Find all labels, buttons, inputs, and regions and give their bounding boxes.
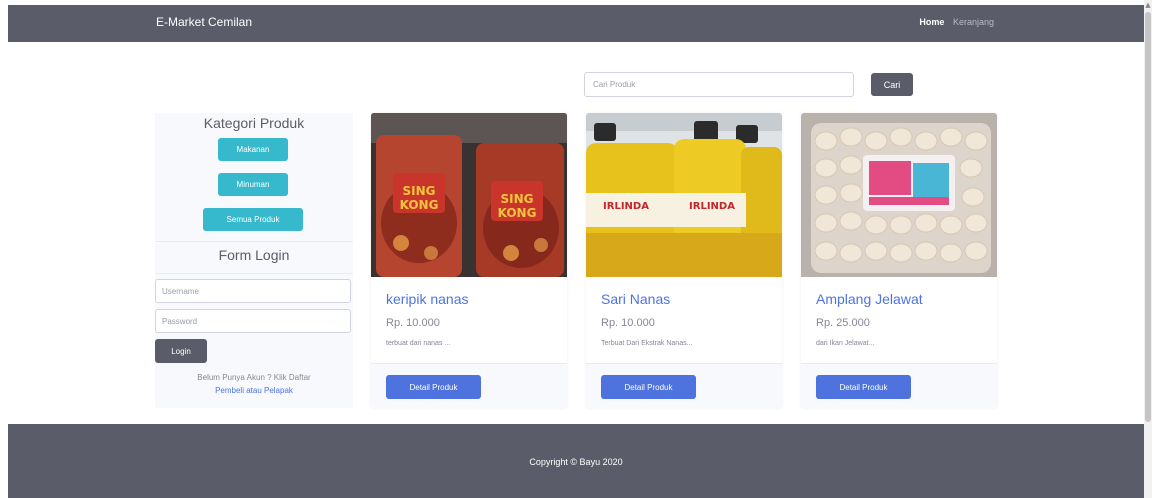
product-card: Amplang Jelawat Rp. 25.000 dari Ikan Jel… [801, 113, 997, 408]
sidebar: Kategori Produk Makanan Minuman Semua Pr… [155, 113, 353, 408]
username-field[interactable] [155, 279, 351, 303]
detail-product-button[interactable]: Detail Produk [816, 375, 911, 399]
search-button[interactable]: Cari [871, 73, 913, 96]
brand-logo-text[interactable]: E-Market Cemilan [156, 15, 252, 29]
product-photo-crackers [801, 113, 997, 277]
card-footer: Detail Produk [801, 363, 997, 408]
svg-text:IRLINDA: IRLINDA [689, 201, 735, 212]
card-footer: Detail Produk [371, 363, 567, 408]
login-heading: Form Login [218, 247, 290, 263]
product-card: SING KONG SING KONG keripik nanas Rp. 10… [371, 113, 567, 408]
product-name[interactable]: Sari Nanas [601, 291, 670, 307]
product-card: IRLINDA IRLINDA Sari Nanas Rp. 10.000 Te… [586, 113, 782, 408]
copyright-text: Copyright © Bayu 2020 [529, 457, 623, 467]
register-prompt: Belum Punya Akun ? Klik Daftar Pembeli a… [155, 371, 353, 397]
product-image-amplang [801, 113, 997, 277]
scroll-up-icon[interactable]: ▲ [1144, 0, 1152, 10]
nav-link-cart[interactable]: Keranjang [953, 17, 994, 27]
product-price: Rp. 10.000 [601, 317, 655, 329]
product-photo-chips: SING KONG SING KONG [371, 113, 567, 277]
svg-text:SING: SING [501, 192, 534, 206]
sidebar-divider [155, 273, 353, 274]
vertical-scrollbar[interactable]: ▲ [1144, 0, 1152, 498]
page-footer: Copyright © Bayu 2020 [8, 424, 1144, 498]
search-input[interactable] [584, 72, 854, 97]
sidebar-divider [155, 241, 353, 242]
product-price: Rp. 10.000 [386, 317, 440, 329]
card-footer: Detail Produk [586, 363, 782, 408]
category-button-all[interactable]: Semua Produk [203, 208, 303, 231]
product-photo-bottles: IRLINDA IRLINDA [586, 113, 782, 277]
product-price: Rp. 25.000 [816, 317, 870, 329]
svg-text:SING: SING [403, 184, 436, 198]
scrollbar-thumb[interactable] [1145, 12, 1151, 422]
svg-text:IRLINDA: IRLINDA [603, 201, 649, 212]
detail-product-button[interactable]: Detail Produk [601, 375, 696, 399]
login-button[interactable]: Login [155, 339, 207, 363]
top-navbar: E-Market Cemilan Home Keranjang [8, 5, 1144, 42]
product-name[interactable]: keripik nanas [386, 291, 469, 307]
password-field[interactable] [155, 309, 351, 333]
category-heading: Kategori Produk [203, 115, 305, 131]
product-image-keripik: SING KONG SING KONG [371, 113, 567, 277]
register-prompt-text: Belum Punya Akun ? Klik Daftar [197, 373, 311, 382]
product-description: terbuat dari nanas ... [386, 340, 451, 347]
category-button-makanan[interactable]: Makanan [218, 138, 288, 161]
register-link[interactable]: Pembeli atau Pelapak [155, 384, 353, 397]
product-image-sari-nanas: IRLINDA IRLINDA [586, 113, 782, 277]
category-button-minuman[interactable]: Minuman [218, 173, 288, 196]
product-name[interactable]: Amplang Jelawat [816, 291, 923, 307]
svg-text:KONG: KONG [400, 198, 439, 212]
browser-viewport: ▲ E-Market Cemilan Home Keranjang Cari K… [0, 0, 1152, 498]
product-description: Terbuat Dari Ekstrak Nanas... [601, 340, 693, 347]
detail-product-button[interactable]: Detail Produk [386, 375, 481, 399]
svg-text:KONG: KONG [498, 206, 537, 220]
nav-link-home[interactable]: Home [919, 17, 944, 27]
page-edge [0, 0, 8, 498]
product-description: dari Ikan Jelawat... [816, 340, 875, 347]
nav-links: Home Keranjang [919, 17, 994, 27]
